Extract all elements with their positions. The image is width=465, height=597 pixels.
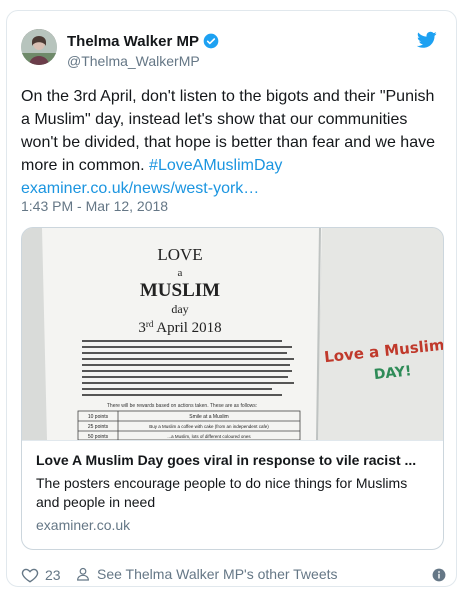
other-tweets-label: See Thelma Walker MP's other Tweets: [97, 566, 338, 582]
article-link[interactable]: examiner.co.uk/news/west-york…: [21, 180, 259, 197]
tweet-text: On the 3rd April, don't listen to the bi…: [21, 85, 441, 200]
tweet-timestamp[interactable]: 1:43 PM - Mar 12, 2018: [21, 198, 168, 214]
author-display-name[interactable]: Thelma Walker MP: [67, 33, 199, 50]
card-domain: examiner.co.uk: [36, 517, 131, 533]
poster-date-rest: April 2018: [153, 320, 221, 336]
poster-row2-points: 25 points: [88, 424, 109, 430]
card-image[interactable]: LOVE a MUSLIM day 3rd April 2018 There w…: [22, 228, 443, 440]
tweet-header: Thelma Walker MP @Thelma_WalkerMP: [21, 29, 441, 81]
other-tweets-link[interactable]: See Thelma Walker MP's other Tweets: [75, 566, 338, 582]
poster-a: a: [178, 267, 183, 279]
card-body[interactable]: Love A Muslim Day goes viral in response…: [22, 440, 443, 533]
twitter-logo-icon[interactable]: [417, 31, 437, 49]
hashtag-link[interactable]: #LoveAMuslimDay: [149, 157, 282, 174]
poster-row2-action: Buy a Muslim a coffee with cake (from an…: [149, 424, 269, 429]
poster-love: LOVE: [157, 245, 202, 264]
like-count: 23: [45, 567, 61, 583]
avatar[interactable]: [21, 29, 57, 65]
card-description: The posters encourage people to do nice …: [36, 475, 408, 510]
author-block: Thelma Walker MP @Thelma_WalkerMP: [67, 31, 219, 69]
card-title[interactable]: Love A Muslim Day goes viral in response…: [36, 451, 429, 470]
poster-table-caption: There will be rewards based on actions t…: [107, 403, 257, 409]
poster-row1-action: Smile at a Muslim: [189, 414, 228, 420]
verified-badge-icon: [203, 33, 219, 49]
embedded-tweet: Thelma Walker MP @Thelma_WalkerMP On the…: [6, 10, 457, 587]
tweet-actions: 23 See Thelma Walker MP's other Tweets: [21, 566, 446, 588]
poster-muslim: MUSLIM: [140, 280, 220, 301]
link-card[interactable]: LOVE a MUSLIM day 3rd April 2018 There w…: [21, 227, 444, 550]
poster-row1-points: 10 points: [88, 414, 109, 420]
heart-icon: [21, 568, 39, 583]
info-icon[interactable]: [432, 568, 446, 582]
author-handle[interactable]: @Thelma_WalkerMP: [67, 53, 219, 69]
poster-date-prefix: 3: [138, 320, 146, 336]
like-button[interactable]: 23: [21, 566, 61, 584]
poster-row3-action: ...a Muslim, lots of different coloured …: [167, 434, 251, 439]
person-icon: [77, 567, 89, 581]
poster-day: day: [171, 302, 188, 316]
